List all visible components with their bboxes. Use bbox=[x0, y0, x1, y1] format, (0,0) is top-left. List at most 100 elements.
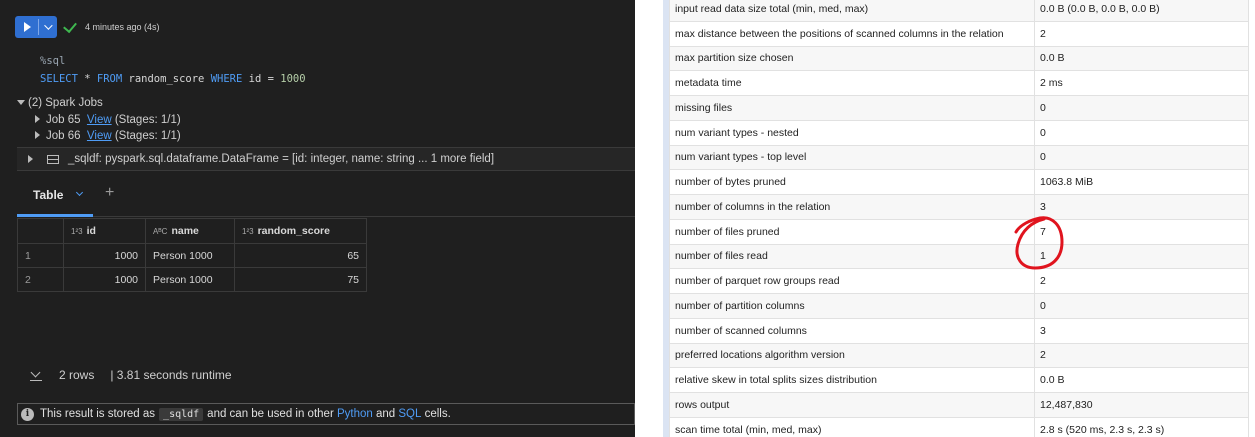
metric-value: 0.0 B bbox=[1034, 367, 1249, 393]
column-header-random-score[interactable]: 1²3 random_score bbox=[234, 218, 367, 244]
info-icon: i bbox=[21, 407, 34, 421]
metric-value: 1063.8 MiB bbox=[1034, 169, 1249, 195]
metric-row: preferred locations algorithm version 2 bbox=[669, 342, 1249, 369]
job-row: Job 65 View (Stages: 1/1) bbox=[17, 112, 181, 129]
sql-link[interactable]: SQL bbox=[398, 408, 421, 420]
metric-name: metadata time bbox=[669, 70, 1035, 96]
chevron-down-icon[interactable] bbox=[75, 188, 84, 197]
metric-row: max partition size chosen 0.0 B bbox=[669, 45, 1249, 72]
info-middle: and can be used in other bbox=[207, 408, 334, 420]
table-header-row: 1²3 id AᴮC name 1²3 random_score bbox=[17, 218, 367, 244]
metric-name: max distance between the positions of sc… bbox=[669, 20, 1035, 47]
metric-row: rows output 12,487,830 bbox=[669, 392, 1249, 418]
spark-jobs: (2) Spark Jobs Job 65 View (Stages: 1/1)… bbox=[17, 95, 181, 145]
cell-id[interactable]: 1000 bbox=[63, 243, 146, 268]
job-stages: (Stages: 1/1) bbox=[114, 130, 181, 142]
column-label: name bbox=[171, 225, 199, 237]
job-row: Job 66 View (Stages: 1/1) bbox=[17, 128, 181, 145]
metric-row: number of scanned columns 3 bbox=[669, 317, 1249, 344]
metric-name: number of parquet row groups read bbox=[669, 268, 1035, 294]
code-number: 1000 bbox=[280, 73, 306, 85]
cell-random-score[interactable]: 75 bbox=[234, 267, 367, 292]
table-row: 2 1000 Person 1000 75 bbox=[17, 267, 367, 292]
run-status: 4 minutes ago (4s) bbox=[85, 22, 160, 32]
metric-value: 0.0 B bbox=[1034, 45, 1249, 72]
metric-row: number of files read 1 bbox=[669, 243, 1249, 270]
python-link[interactable]: Python bbox=[337, 408, 373, 420]
caret-down-icon bbox=[17, 100, 25, 105]
active-tab-indicator bbox=[17, 214, 93, 217]
metric-row: number of parquet row groups read 2 bbox=[669, 268, 1249, 294]
metric-value: 2 ms bbox=[1034, 70, 1249, 96]
metric-name: number of bytes pruned bbox=[669, 169, 1035, 195]
code-editor[interactable]: %sql SELECT * FROM random_score WHERE id… bbox=[40, 52, 306, 88]
checkmark-icon bbox=[63, 18, 77, 34]
metric-row: max distance between the positions of sc… bbox=[669, 20, 1249, 47]
keyword-where: WHERE bbox=[210, 73, 243, 85]
result-footer: 2 rows | 3.81 seconds runtime bbox=[30, 368, 232, 382]
metric-row: scan time total (min, med, max) 2.8 s (52… bbox=[669, 416, 1249, 437]
job-stages: (Stages: 1/1) bbox=[114, 113, 181, 126]
metric-row: number of columns in the relation 3 bbox=[669, 194, 1249, 220]
dataframe-schema: _sqldf: pyspark.sql.dataframe.DataFrame … bbox=[68, 153, 495, 165]
caret-right-icon[interactable] bbox=[35, 114, 40, 123]
cell-name[interactable]: Person 1000 bbox=[145, 243, 235, 268]
metric-row: num variant types - nested 0 bbox=[669, 119, 1249, 146]
cell-name[interactable]: Person 1000 bbox=[145, 267, 235, 292]
notebook-cell: 4 minutes ago (4s) %sql SELECT * FROM ra… bbox=[0, 0, 635, 437]
column-header-id[interactable]: 1²3 id bbox=[63, 218, 146, 244]
run-cell-button[interactable] bbox=[15, 16, 57, 38]
metric-name: number of files read bbox=[669, 243, 1035, 270]
metric-value: 3 bbox=[1034, 194, 1249, 220]
job-name: Job 65 bbox=[46, 113, 81, 126]
cell-id[interactable]: 1000 bbox=[63, 267, 146, 292]
metric-value: 12,487,830 bbox=[1034, 392, 1249, 418]
metric-name: number of scanned columns bbox=[669, 317, 1035, 344]
metric-name: num variant types - top level bbox=[669, 144, 1035, 171]
metric-name: preferred locations algorithm version bbox=[669, 342, 1035, 369]
download-icon[interactable] bbox=[30, 369, 42, 381]
info-and: and bbox=[376, 408, 396, 420]
cell-random-score[interactable]: 65 bbox=[234, 243, 367, 268]
magic-command: %sql bbox=[40, 55, 66, 67]
metric-name: relative skew in total splits sizes dist… bbox=[669, 367, 1035, 393]
metric-name: input read data size total (min, med, ma… bbox=[669, 0, 1035, 22]
metric-name: rows output bbox=[669, 392, 1035, 418]
result-tabs: Table + bbox=[17, 172, 635, 217]
code-condition: id = bbox=[242, 73, 281, 85]
spark-jobs-toggle[interactable]: (2) Spark Jobs bbox=[17, 95, 181, 112]
string-type-icon: AᴮC bbox=[153, 227, 168, 236]
dataframe-schema-bar[interactable]: _sqldf: pyspark.sql.dataframe.DataFrame … bbox=[17, 147, 635, 171]
add-tab-button[interactable]: + bbox=[105, 184, 114, 202]
variable-name: _sqldf bbox=[159, 407, 204, 421]
job-view-link[interactable]: View bbox=[87, 130, 112, 142]
column-header-name[interactable]: AᴮC name bbox=[145, 218, 235, 244]
metric-value: 0 bbox=[1034, 293, 1249, 319]
row-number: 2 bbox=[17, 267, 64, 292]
metric-name: max partition size chosen bbox=[669, 45, 1035, 72]
metric-value: 2 bbox=[1034, 268, 1249, 294]
row-number-header bbox=[17, 218, 64, 244]
metric-value: 2 bbox=[1034, 342, 1249, 369]
metric-value: 1 bbox=[1034, 243, 1249, 270]
caret-right-icon[interactable] bbox=[35, 131, 40, 139]
chevron-down-icon[interactable] bbox=[44, 21, 53, 30]
metric-name: missing files bbox=[669, 95, 1035, 121]
integer-type-icon: 1²3 bbox=[242, 227, 254, 236]
metric-name: num variant types - nested bbox=[669, 119, 1035, 146]
metric-name: scan time total (min, med, max) bbox=[669, 416, 1035, 437]
runtime: | 3.81 seconds runtime bbox=[110, 368, 232, 382]
spark-jobs-header: (2) Spark Jobs bbox=[28, 97, 103, 109]
code-table: random_score bbox=[122, 73, 211, 85]
metric-row: metadata time 2 ms bbox=[669, 70, 1249, 96]
tab-table[interactable]: Table bbox=[33, 188, 63, 202]
metric-value: 3 bbox=[1034, 317, 1249, 344]
button-divider bbox=[38, 19, 39, 35]
info-suffix: cells. bbox=[424, 408, 451, 420]
metric-row: input read data size total (min, med, ma… bbox=[669, 0, 1249, 22]
caret-right-icon[interactable] bbox=[28, 155, 33, 163]
metric-row: relative skew in total splits sizes dist… bbox=[669, 367, 1249, 393]
table-icon bbox=[47, 154, 59, 164]
column-label: random_score bbox=[257, 225, 330, 237]
job-view-link[interactable]: View bbox=[87, 114, 112, 126]
